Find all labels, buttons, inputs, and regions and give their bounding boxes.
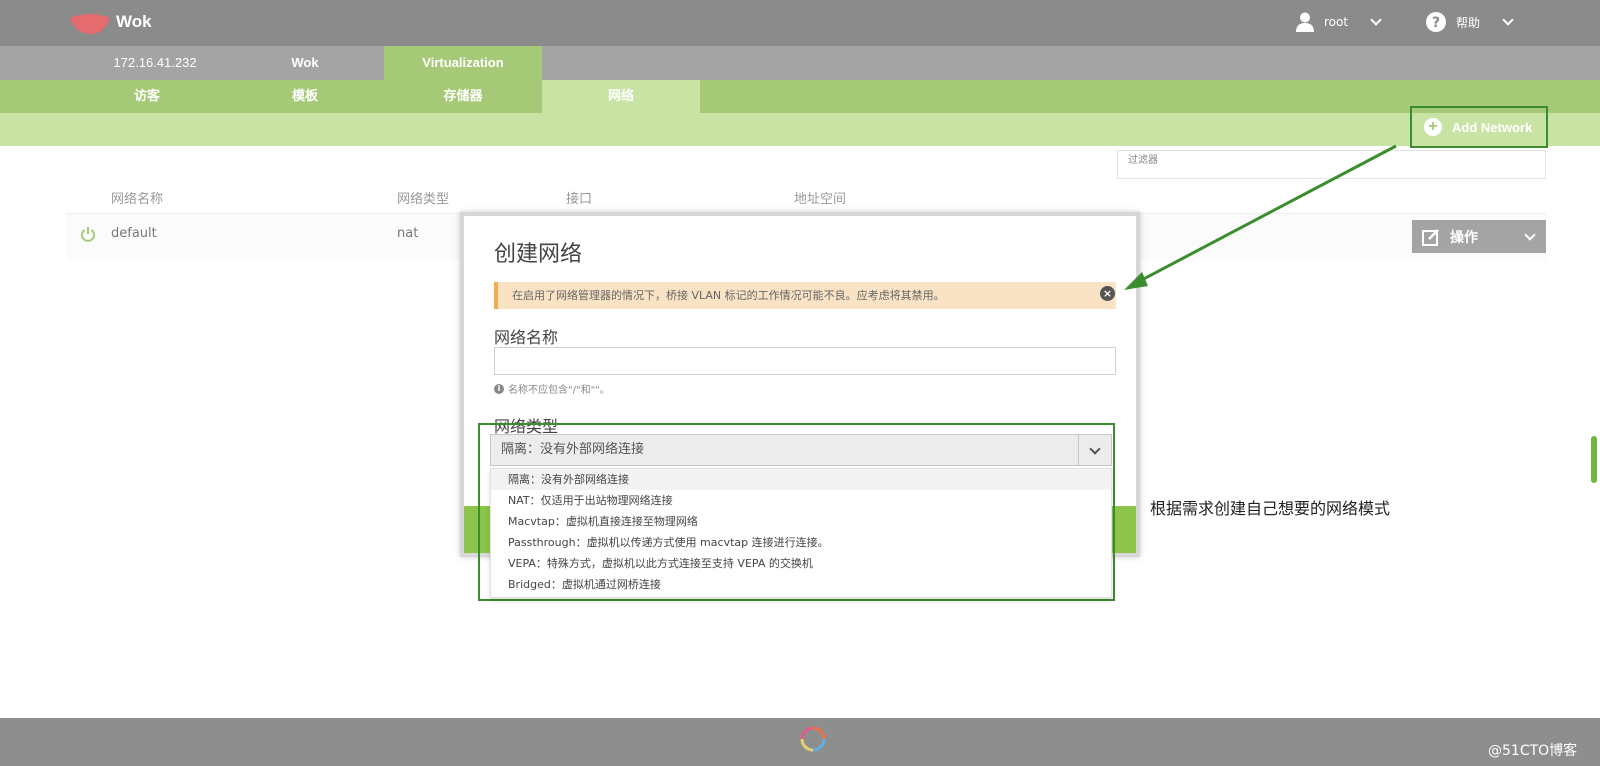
column-header-name: 网络名称 <box>111 192 164 207</box>
close-icon[interactable]: × <box>1100 286 1115 301</box>
user-menu[interactable]: root <box>1296 12 1382 32</box>
tab-network[interactable]: 网络 <box>542 80 700 113</box>
sub-tab-bar: 访客 模板 存储器 网络 <box>0 80 1600 113</box>
name-hint-text: 名称不应包含"/"和""。 <box>508 385 610 396</box>
network-name-input[interactable] <box>494 347 1116 375</box>
help-label: 帮助 <box>1456 15 1481 30</box>
add-network-button[interactable]: + Add Network <box>1410 106 1548 148</box>
network-name-cell: default <box>111 226 157 241</box>
actions-label: 操作 <box>1450 229 1478 246</box>
option-nat[interactable]: NAT：仅适用于出站物理网络连接 <box>491 490 1111 511</box>
user-icon <box>1296 12 1314 32</box>
network-name-label: 网络名称 <box>494 328 559 347</box>
host-tab-bar: 172.16.41.232 Wok Virtualization <box>0 46 1600 80</box>
help-icon: ? <box>1426 12 1446 32</box>
actions-button[interactable]: 操作 <box>1412 220 1546 253</box>
plus-circle-icon: + <box>1424 118 1442 136</box>
brand-title[interactable]: Wok <box>116 12 152 32</box>
column-header-interface: 接口 <box>566 192 593 207</box>
scroll-indicator[interactable] <box>1591 436 1597 483</box>
tab-virtualization[interactable]: Virtualization <box>384 46 542 80</box>
info-icon: i <box>494 383 504 394</box>
add-network-label: Add Network <box>1452 119 1533 135</box>
chevron-down-icon <box>1370 14 1382 26</box>
network-type-selected: 隔离：没有外部网络连接 <box>501 442 645 457</box>
tab-templates[interactable]: 模板 <box>226 80 384 113</box>
power-icon <box>81 227 95 242</box>
annotation-text: 根据需求创建自己想要的网络模式 <box>1150 499 1391 518</box>
filter-input[interactable]: 过滤器 <box>1117 150 1546 179</box>
chevron-down-icon <box>1502 14 1514 26</box>
svg-text:?: ? <box>1432 15 1440 31</box>
network-type-dropdown: 隔离：没有外部网络连接 NAT：仅适用于出站物理网络连接 Macvtap：虚拟机… <box>490 468 1112 598</box>
option-passthrough[interactable]: Passthrough：虚拟机以传递方式使用 macvtap 连接进行连接。 <box>491 532 1111 553</box>
toolbar <box>0 113 1600 146</box>
top-bar: Wok root ? 帮助 <box>0 0 1600 46</box>
column-header-address-space: 地址空间 <box>794 192 847 207</box>
name-hint: i 名称不应包含"/"和""。 <box>494 381 610 396</box>
network-type-select[interactable]: 隔离：没有外部网络连接 <box>490 434 1112 466</box>
edit-icon <box>1422 228 1439 246</box>
option-vepa[interactable]: VEPA：特殊方式，虚拟机以此方式连接至支持 VEPA 的交换机 <box>491 553 1111 574</box>
user-name: root <box>1324 15 1349 29</box>
tab-host-ip[interactable]: 172.16.41.232 <box>76 46 234 80</box>
help-menu[interactable]: ? 帮助 <box>1426 12 1514 32</box>
loading-spinner-icon <box>800 726 826 752</box>
tab-guests[interactable]: 访客 <box>68 80 226 113</box>
option-macvtap[interactable]: Macvtap：虚拟机直接连接至物理网络 <box>491 511 1111 532</box>
tab-wok[interactable]: Wok <box>226 46 384 80</box>
column-header-type: 网络类型 <box>397 192 450 207</box>
chevron-down-icon <box>1524 228 1536 241</box>
wok-logo-icon <box>70 14 110 34</box>
tab-storage[interactable]: 存储器 <box>384 80 542 113</box>
option-isolated[interactable]: 隔离：没有外部网络连接 <box>491 469 1111 490</box>
option-bridged[interactable]: Bridged：虚拟机通过网桥连接 <box>491 574 1111 595</box>
network-type-cell: nat <box>397 226 419 241</box>
warning-alert: 在启用了网络管理器的情况下，桥接 VLAN 标记的工作情况可能不良。应考虑将其禁… <box>494 282 1116 309</box>
dialog-title: 创建网络 <box>494 242 583 267</box>
chevron-down-icon <box>1089 443 1101 455</box>
watermark: @51CTO博客 <box>1488 743 1578 759</box>
select-toggle[interactable] <box>1078 435 1111 465</box>
